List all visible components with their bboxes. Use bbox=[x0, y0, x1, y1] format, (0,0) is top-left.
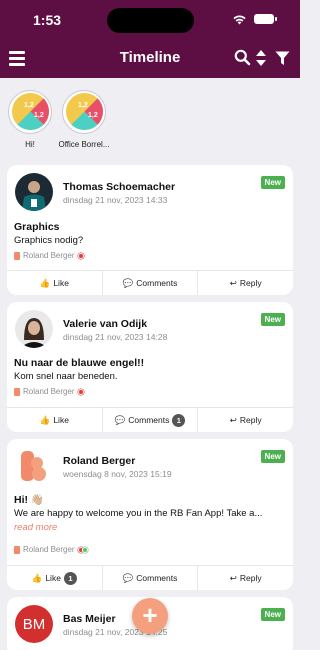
post-card: Valerie van Odijk dinsdag 21 nov, 2023 1… bbox=[7, 302, 293, 432]
post-date: dinsdag 21 nov, 2023 14:33 bbox=[63, 195, 168, 205]
reply-label: Reply bbox=[239, 573, 262, 583]
story-label: Office Borrel... bbox=[58, 140, 110, 149]
comments-icon: 💬 bbox=[114, 414, 126, 425]
roland-berger-logo-icon bbox=[14, 387, 20, 396]
read-more-link[interactable]: read more bbox=[14, 522, 57, 533]
thumbs-up-icon: 👍 bbox=[39, 414, 51, 425]
post-source: Roland Berger bbox=[14, 387, 84, 396]
post-actions: 👍 Like 💬 Comments ↩ Reply bbox=[7, 270, 293, 295]
post-body: We are happy to welcome you in the RB Fa… bbox=[14, 508, 263, 519]
like-button[interactable]: 👍 Like bbox=[7, 271, 103, 295]
reply-button[interactable]: ↩ Reply bbox=[198, 566, 293, 590]
svg-text:1,2: 1,2 bbox=[78, 102, 88, 109]
post-card: Roland Berger woensdag 8 nov, 2023 15:19… bbox=[7, 439, 293, 590]
add-post-button[interactable]: + bbox=[132, 598, 168, 634]
comments-button[interactable]: 💬 Comments bbox=[103, 566, 199, 590]
like-label: Like bbox=[45, 573, 61, 583]
post-title: Nu naar de blauwe engel!! bbox=[14, 357, 145, 369]
post-title: Graphics bbox=[14, 221, 60, 233]
status-bar: 1:53 bbox=[0, 0, 300, 40]
comments-count-badge: 1 bbox=[172, 413, 186, 427]
reaction-dot-icon bbox=[81, 546, 88, 553]
source-label: Roland Berger bbox=[23, 251, 75, 260]
dynamic-island bbox=[107, 8, 194, 33]
reply-label: Reply bbox=[239, 415, 262, 425]
svg-text:1,2: 1,2 bbox=[24, 102, 34, 109]
story-item[interactable]: 1,2 1,2 Hi! bbox=[0, 90, 60, 149]
author-avatar[interactable] bbox=[15, 173, 53, 211]
comments-button[interactable]: 💬 Comments bbox=[103, 271, 199, 295]
post-body: Kom snel naar beneden. bbox=[14, 371, 118, 382]
roland-berger-logo-icon bbox=[14, 251, 20, 260]
reply-icon: ↩ bbox=[229, 572, 237, 583]
post-title: Hi! 👋🏼 bbox=[14, 494, 44, 506]
post-body: Graphics nodig? bbox=[14, 235, 84, 246]
reply-button[interactable]: ↩ Reply bbox=[198, 408, 293, 432]
post-author[interactable]: Roland Berger bbox=[63, 455, 135, 467]
svg-text:1,2: 1,2 bbox=[34, 112, 44, 119]
author-avatar[interactable] bbox=[15, 310, 53, 348]
thumbs-up-icon: 👍 bbox=[31, 572, 43, 583]
source-label: Roland Berger bbox=[23, 545, 75, 554]
post-author[interactable]: Thomas Schoemacher bbox=[63, 181, 175, 193]
comments-icon: 💬 bbox=[122, 572, 134, 583]
comments-label: Comments bbox=[136, 573, 178, 583]
reply-icon: ↩ bbox=[229, 277, 237, 288]
top-navbar: Timeline bbox=[0, 40, 300, 78]
stories-row: 1,2 1,2 Hi! 1,2 1,2 Office Borrel... bbox=[0, 78, 300, 158]
like-button[interactable]: 👍 Like 1 bbox=[7, 566, 103, 590]
author-avatar[interactable] bbox=[15, 447, 53, 485]
post-author[interactable]: Bas Meijer bbox=[63, 613, 116, 625]
group-avatar-icon: 1,2 1,2 bbox=[62, 90, 106, 134]
post-author[interactable]: Valerie van Odijk bbox=[63, 318, 147, 330]
like-label: Like bbox=[53, 278, 69, 288]
story-item[interactable]: 1,2 1,2 Office Borrel... bbox=[54, 90, 114, 149]
thumbs-up-icon: 👍 bbox=[39, 277, 51, 288]
new-badge: New bbox=[260, 608, 285, 621]
author-avatar[interactable]: BM bbox=[15, 605, 53, 643]
source-label: Roland Berger bbox=[23, 387, 75, 396]
reply-button[interactable]: ↩ Reply bbox=[198, 271, 293, 295]
story-label: Hi! bbox=[25, 140, 35, 149]
sort-icon[interactable] bbox=[255, 49, 267, 67]
like-label: Like bbox=[53, 415, 69, 425]
filter-icon[interactable] bbox=[275, 51, 290, 66]
post-card: Thomas Schoemacher dinsdag 21 nov, 2023 … bbox=[7, 165, 293, 295]
search-icon[interactable] bbox=[234, 49, 251, 66]
new-badge: New bbox=[260, 313, 285, 326]
wifi-icon bbox=[233, 15, 246, 25]
group-avatar-icon: 1,2 1,2 bbox=[8, 90, 52, 134]
reaction-dot-icon bbox=[77, 252, 84, 259]
post-date: woensdag 8 nov, 2023 15:19 bbox=[63, 469, 172, 479]
post-source: Roland Berger bbox=[14, 545, 88, 554]
post-actions: 👍 Like 1 💬 Comments ↩ Reply bbox=[7, 565, 293, 590]
like-count-badge: 1 bbox=[63, 571, 77, 585]
reply-icon: ↩ bbox=[229, 414, 237, 425]
post-source: Roland Berger bbox=[14, 251, 84, 260]
reply-label: Reply bbox=[239, 278, 262, 288]
new-badge: New bbox=[260, 450, 285, 463]
post-actions: 👍 Like 💬 Comments 1 ↩ Reply bbox=[7, 407, 293, 432]
roland-berger-logo-icon bbox=[14, 545, 20, 554]
svg-text:1,2: 1,2 bbox=[88, 112, 98, 119]
battery-icon bbox=[254, 14, 277, 24]
like-button[interactable]: 👍 Like bbox=[7, 408, 103, 432]
new-badge: New bbox=[260, 176, 285, 189]
reaction-dot-icon bbox=[77, 388, 84, 395]
status-time: 1:53 bbox=[33, 12, 62, 28]
comments-button[interactable]: 💬 Comments 1 bbox=[103, 408, 199, 432]
comments-icon: 💬 bbox=[122, 277, 134, 288]
comments-label: Comments bbox=[128, 415, 170, 425]
comments-label: Comments bbox=[136, 278, 178, 288]
post-date: dinsdag 21 nov, 2023 14:28 bbox=[63, 332, 168, 342]
